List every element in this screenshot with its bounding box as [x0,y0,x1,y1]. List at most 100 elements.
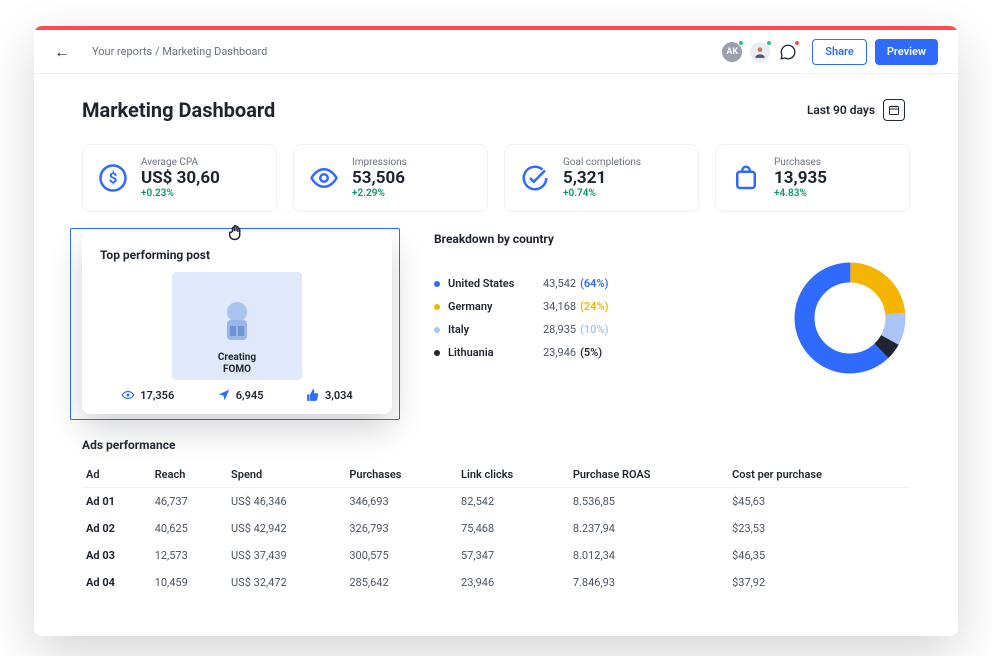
user-icon [753,45,767,59]
kpi-value: 13,935 [774,168,827,188]
country-row: United States 43,542 (64%) [434,272,790,295]
table-cell: $23,53 [728,515,910,542]
table-cell: 57,347 [457,542,569,569]
table-cell: 326,793 [345,515,457,542]
notification-dot [794,40,800,46]
avatar-initials: AK [726,47,738,57]
country-value: 23,946 [543,346,576,359]
country-name: United States [448,277,543,290]
presence-avatars: AK [722,42,798,62]
country-pct: (24%) [580,300,608,313]
ads-section: Ads performance AdReachSpendPurchasesLin… [82,438,910,596]
presence-dot [766,40,772,46]
page-title: Marketing Dashboard [82,98,275,122]
legend-dot-icon [434,350,440,356]
kpi-delta: +4.83% [774,188,827,199]
kpi-card-goals[interactable]: Goal completions 5,321 +0.74% [504,144,699,212]
table-cell: US$ 46,346 [227,488,345,516]
check-circle-icon [519,162,551,194]
table-cell: 75,468 [457,515,569,542]
eye-icon [121,388,135,402]
country-list: United States 43,542 (64%) Germany 34,16… [434,272,790,364]
avatar[interactable]: AK [722,42,742,62]
kpi-row: $ Average CPA US$ 30,60 +0.23% Impressio… [82,144,910,212]
back-button[interactable]: ← [54,42,70,62]
table-row[interactable]: Ad 0146,737US$ 46,346346,69382,5428.536,… [82,488,910,516]
table-header-cell: Link clicks [457,462,569,488]
send-icon [217,388,231,402]
thumbs-up-icon [306,388,320,402]
table-cell: 346,693 [345,488,457,516]
country-value: 28,935 [543,323,576,336]
table-row[interactable]: Ad 0410,459US$ 32,472285,64223,9467.846,… [82,569,910,596]
grab-cursor-icon [226,222,248,244]
kpi-delta: +0.74% [563,188,641,199]
post-likes: 3,034 [325,389,353,402]
page-body: Marketing Dashboard Last 90 days $ Avera… [34,74,958,596]
kpi-card-cpa[interactable]: $ Average CPA US$ 30,60 +0.23% [82,144,277,212]
table-cell: 10,459 [151,569,227,596]
app-window: ← Your reports / Marketing Dashboard AK … [34,26,958,636]
table-cell: Ad 04 [82,569,151,596]
ads-table: AdReachSpendPurchasesLink clicksPurchase… [82,462,910,596]
table-cell: 82,542 [457,488,569,516]
kpi-label: Impressions [352,157,407,168]
country-row: Italy 28,935 (10%) [434,318,790,341]
date-range-picker[interactable]: Last 90 days [796,92,910,128]
country-pct: (10%) [580,323,608,336]
date-range-label: Last 90 days [807,103,875,117]
legend-dot-icon [434,281,440,287]
shopping-bag-icon [730,162,762,194]
kpi-delta: +2.29% [352,188,407,199]
table-header-cell: Spend [227,462,345,488]
top-bar: ← Your reports / Marketing Dashboard AK … [34,30,958,74]
table-cell: 23,946 [457,569,569,596]
share-button[interactable]: Share [812,39,867,65]
table-cell: $37,92 [728,569,910,596]
illustration-icon [202,290,272,352]
breadcrumb[interactable]: Your reports / Marketing Dashboard [92,45,267,58]
table-header-cell: Purchases [345,462,457,488]
table-cell: 7.846,93 [569,569,728,596]
kpi-card-purchases[interactable]: Purchases 13,935 +4.83% [715,144,910,212]
table-header-row: AdReachSpendPurchasesLink clicksPurchase… [82,462,910,488]
table-cell: $46,35 [728,542,910,569]
post-views: 17,356 [140,389,174,402]
dollar-icon: $ [97,162,129,194]
table-cell: US$ 32,472 [227,569,345,596]
breakdown-heading: Breakdown by country [434,232,910,246]
svg-text:$: $ [109,169,118,187]
legend-dot-icon [434,304,440,310]
eye-icon [308,162,340,194]
top-post-heading: Top performing post [100,248,374,262]
post-shares: 6,945 [236,389,264,402]
table-cell: 8.237,94 [569,515,728,542]
table-row[interactable]: Ad 0312,573US$ 37,439300,57557,3478.012,… [82,542,910,569]
kpi-label: Goal completions [563,157,641,168]
post-thumbnail: Creating FOMO [172,272,302,380]
thumb-title-line1: Creating [218,352,256,363]
table-cell: Ad 03 [82,542,151,569]
comments-button[interactable] [778,42,798,62]
country-pct: (64%) [580,277,608,290]
post-stats: 17,356 6,945 3,034 [100,388,374,402]
kpi-value: 53,506 [352,168,407,188]
table-cell: 8.012,34 [569,542,728,569]
table-cell: 12,573 [151,542,227,569]
top-post-card[interactable]: Top performing post Creating FOMO [82,232,392,414]
table-cell: 46,737 [151,488,227,516]
preview-button[interactable]: Preview [875,39,938,65]
country-value: 43,542 [543,277,576,290]
avatar[interactable] [750,42,770,62]
table-row[interactable]: Ad 0240,625US$ 42,942326,79375,4688.237,… [82,515,910,542]
country-name: Italy [448,323,543,336]
country-row: Germany 34,168 (24%) [434,295,790,318]
kpi-card-impressions[interactable]: Impressions 53,506 +2.29% [293,144,488,212]
table-cell: Ad 02 [82,515,151,542]
country-pct: (5%) [580,346,602,359]
kpi-label: Average CPA [141,157,220,168]
kpi-delta: +0.23% [141,188,220,199]
calendar-icon [883,99,905,121]
country-value: 34,168 [543,300,576,313]
legend-dot-icon [434,327,440,333]
